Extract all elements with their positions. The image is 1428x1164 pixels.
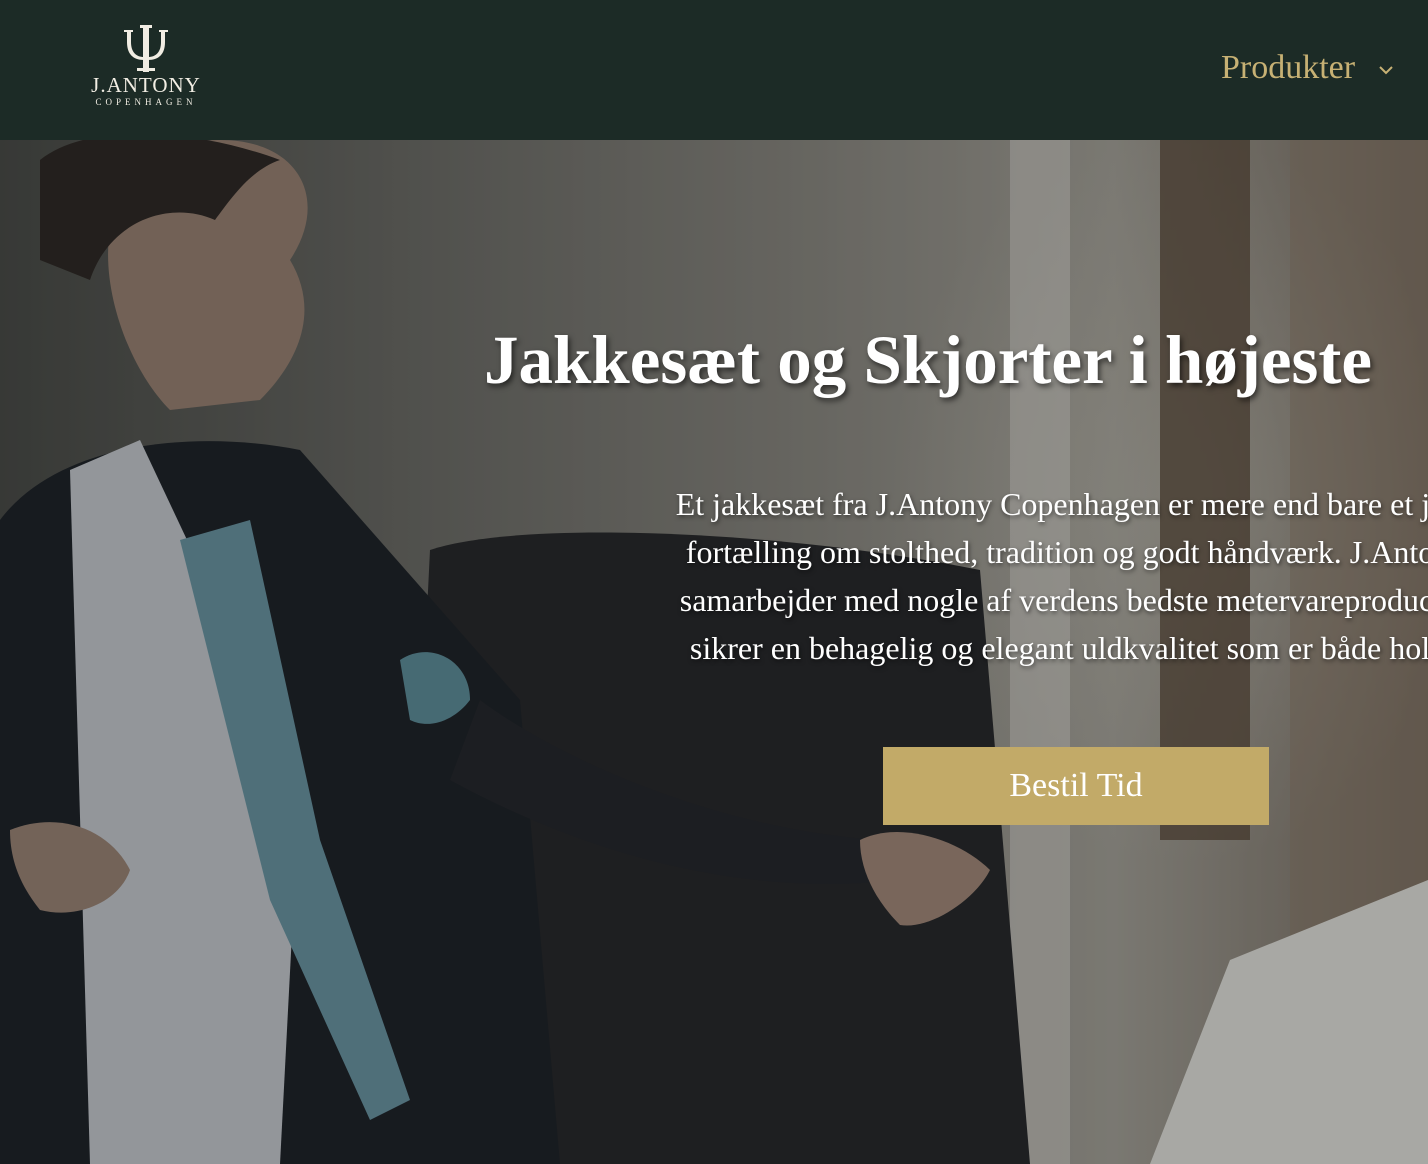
hero-description-line: samarbejder med nogle af verdens bedste … [679,582,1428,618]
psi-logo-icon [124,25,168,72]
hero-description-line: fortælling om stolthed, tradition og god… [685,534,1428,570]
site-header: J.ANTONY COPENHAGEN Produkter [0,0,1428,140]
hero-description-line: Et jakkesæt fra J.Antony Copenhagen er m… [675,486,1428,522]
brand-name: J.ANTONY [91,73,201,97]
chevron-down-icon [1379,66,1393,75]
book-appointment-button[interactable]: Bestil Tid [883,747,1269,825]
hero-title: Jakkesæt og Skjorter i højeste [484,322,1372,398]
hero-description: Et jakkesæt fra J.Antony Copenhagen er m… [440,480,1428,672]
brand-logo[interactable]: J.ANTONY COPENHAGEN [70,24,222,114]
nav-products-menu[interactable]: Produkter [1221,44,1395,92]
nav-products-label: Produkter [1221,49,1356,86]
hero-description-line: sikrer en behagelig og elegant uldkvalit… [689,630,1428,666]
hero-section: Jakkesæt og Skjorter i højeste Et jakkes… [0,140,1428,1164]
brand-location: COPENHAGEN [95,97,197,107]
